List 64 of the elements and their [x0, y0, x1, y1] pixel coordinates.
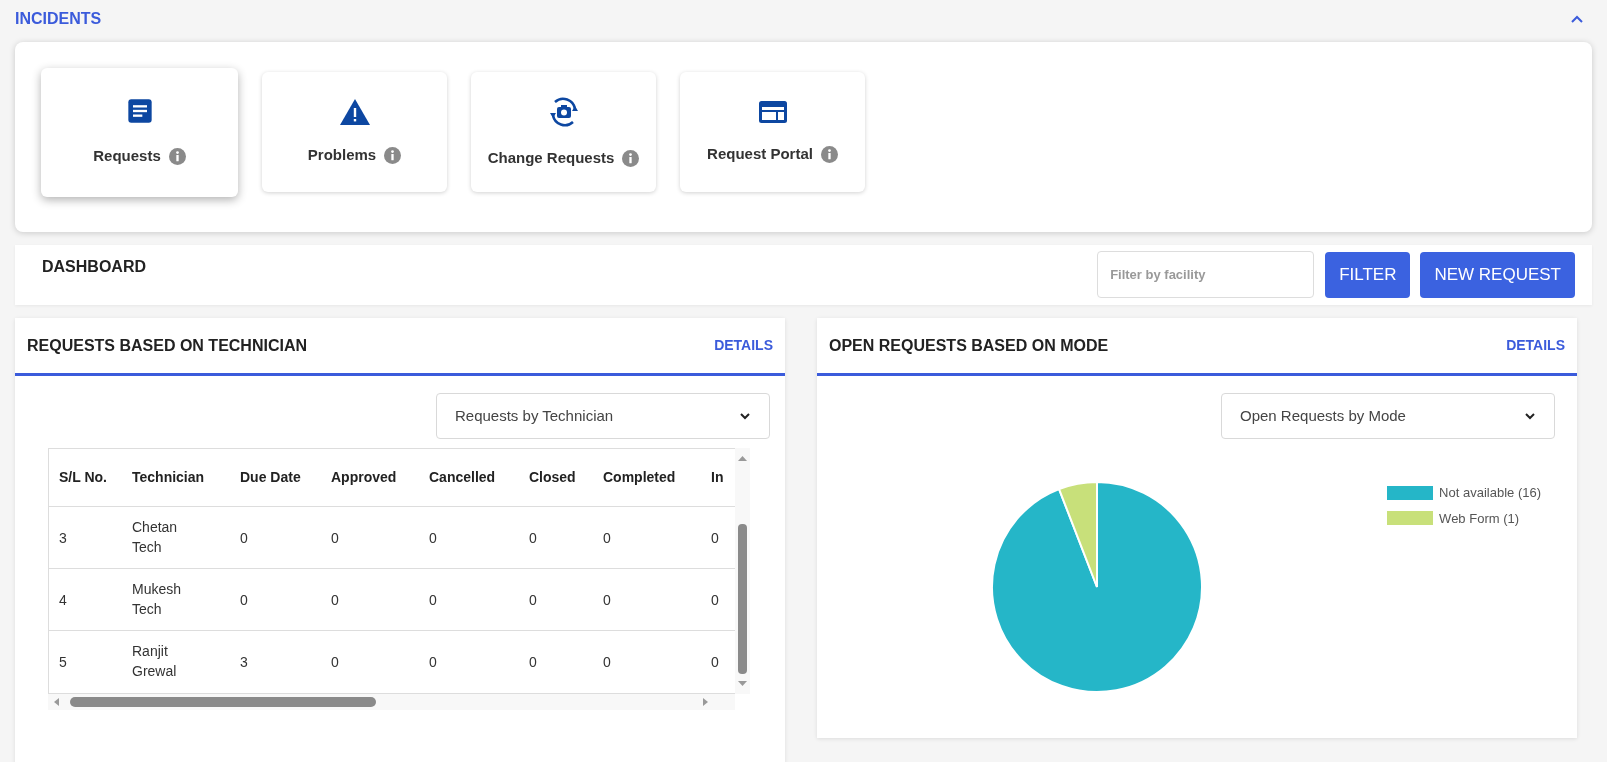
table-cell: 0 — [429, 654, 437, 670]
column-header: Technician — [131, 468, 206, 487]
dashboard-title: DASHBOARD — [42, 257, 146, 277]
legend-label: Web Form (1) — [1439, 509, 1520, 528]
table-cell: 0 — [529, 654, 537, 670]
panel-title: REQUESTS BASED ON TECHNICIAN — [27, 335, 308, 356]
table-cell-text: Chetan Tech — [132, 517, 179, 557]
table-cell: 0 — [331, 529, 339, 546]
table-cell-text: Ranjit Grewal — [132, 642, 178, 681]
module-tile[interactable]: Change Requests — [471, 72, 656, 192]
table-cell: 5 — [59, 654, 67, 670]
chevron-down-icon — [1524, 410, 1536, 422]
column-header: In — [710, 468, 725, 487]
info-icon[interactable] — [622, 149, 640, 167]
facility-filter-field[interactable]: Filter by facility — [1097, 251, 1315, 298]
column-header: S/L No. — [58, 468, 108, 487]
column-header: Cancelled — [428, 468, 497, 487]
panel-title: OPEN REQUESTS BASED ON MODE — [829, 335, 1109, 356]
dropdown-select[interactable]: Open Requests by Mode — [1221, 393, 1555, 439]
table-cell: 0 — [711, 654, 719, 670]
section-title[interactable]: INCIDENTS — [15, 7, 102, 31]
table-cell: 0 — [603, 591, 611, 608]
table-cell: 0 — [240, 529, 248, 546]
column-header: Closed — [528, 468, 577, 487]
table-cell: 0 — [429, 591, 437, 608]
table-cell: 0 — [429, 529, 437, 546]
legend-label: Not available (16) — [1439, 484, 1541, 502]
module-tile[interactable]: Request Portal — [680, 72, 865, 192]
dropdown-select[interactable]: Requests by Technician — [436, 393, 770, 439]
tile-label: Change Requests — [487, 147, 615, 168]
table-cell: 0 — [529, 529, 537, 546]
module-tile[interactable]: Problems — [262, 72, 447, 192]
info-icon[interactable] — [384, 146, 402, 164]
tile-label: Requests — [93, 146, 161, 167]
table-cell: 0 — [331, 591, 339, 608]
tile-label: Problems — [307, 144, 377, 165]
warning-icon — [338, 97, 371, 126]
table-cell: 0 — [240, 591, 248, 608]
filter-button[interactable]: FILTER — [1325, 251, 1411, 298]
table-cell-text: Mukesh Tech — [132, 579, 183, 619]
table-cell: 3 — [59, 529, 67, 546]
info-icon[interactable] — [168, 148, 186, 165]
table-cell: 0 — [331, 654, 339, 670]
table-cell: 3 — [240, 654, 248, 670]
table-cell: 0 — [603, 654, 611, 670]
new-request-button[interactable]: NEW REQUEST — [1420, 251, 1575, 298]
module-tile[interactable]: Requests — [41, 68, 238, 197]
column-header: Due Date — [239, 468, 302, 487]
document-icon — [125, 97, 154, 126]
table-cell: 0 — [603, 529, 611, 546]
info-icon[interactable] — [820, 145, 838, 163]
details-link[interactable]: DETAILS — [714, 335, 773, 356]
horizontal-scrollbar[interactable] — [48, 694, 735, 710]
details-link[interactable]: DETAILS — [1506, 335, 1565, 356]
table-cell: 4 — [59, 591, 67, 608]
tile-label: Request Portal — [707, 143, 813, 164]
vertical-scrollbar[interactable] — [735, 448, 750, 694]
table-cell: 0 — [711, 529, 719, 546]
table-cell: 0 — [529, 591, 537, 608]
column-header: Approved — [330, 468, 398, 487]
column-header: Completed — [602, 468, 677, 487]
chevron-down-icon — [739, 410, 751, 422]
table-cell: 0 — [711, 591, 719, 608]
browser-window-icon — [757, 98, 788, 125]
